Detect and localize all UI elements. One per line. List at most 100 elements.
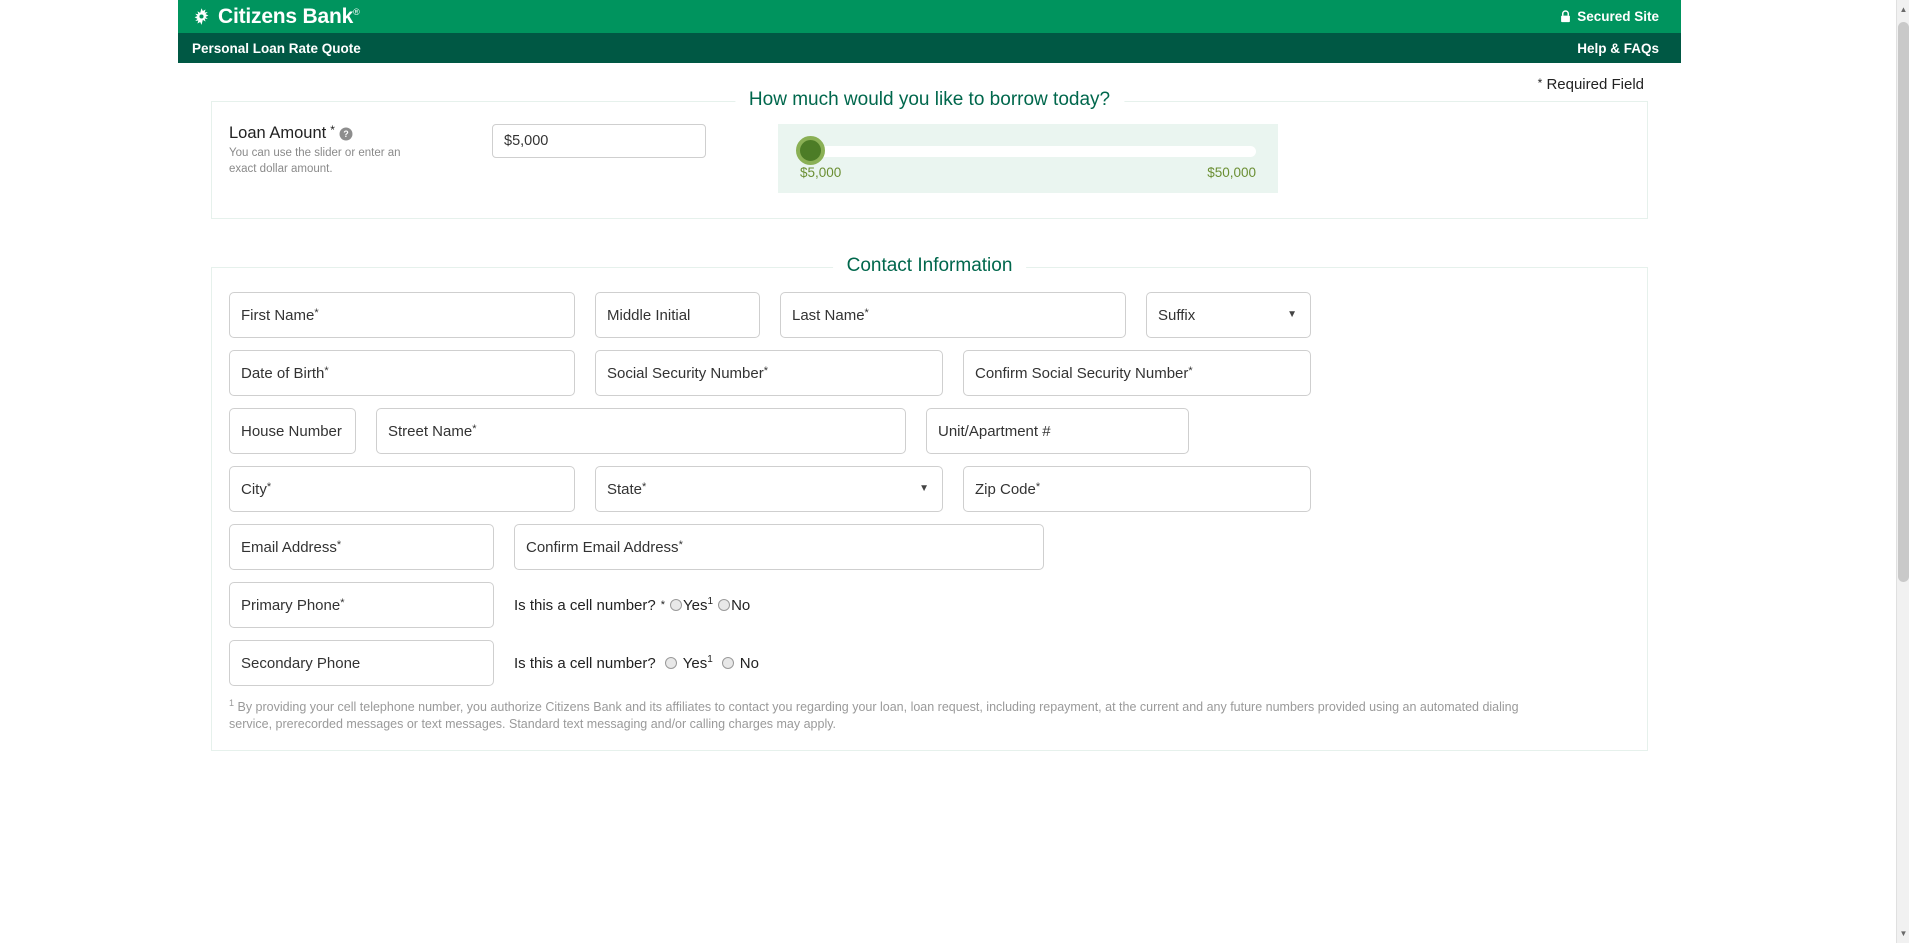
slider-min-label: $5,000 bbox=[800, 165, 842, 180]
first-name-input[interactable]: First Name* bbox=[229, 292, 575, 338]
lock-icon bbox=[1561, 10, 1571, 23]
loan-amount-legend: How much would you like to borrow today? bbox=[734, 89, 1125, 111]
required-field-label: Required Field bbox=[1546, 76, 1644, 93]
svg-text:?: ? bbox=[343, 129, 348, 139]
brand-name: Citizens Bank® bbox=[218, 5, 360, 28]
date-of-birth-placeholder: Date of Birth* bbox=[241, 364, 329, 382]
required-asterisk: * bbox=[660, 599, 666, 611]
suffix-placeholder: Suffix bbox=[1158, 306, 1196, 324]
chevron-down-icon[interactable]: ▼ bbox=[1287, 310, 1299, 320]
cell-number-yes-radio[interactable] bbox=[670, 599, 683, 611]
contact-information-panel: Contact Information First Name* Middle In… bbox=[211, 255, 1648, 752]
required-asterisk: * bbox=[314, 306, 319, 319]
social-security-number-input[interactable]: Social Security Number* bbox=[595, 350, 943, 396]
phone-field-row: Primary Phone* Is this a cell number? * Yes… bbox=[229, 582, 1630, 628]
confirm-social-security-number-input[interactable]: Confirm Social Security Number* bbox=[963, 350, 1311, 396]
required-asterisk: * bbox=[1537, 76, 1543, 90]
vertical-scrollbar[interactable]: ▲ ▼ bbox=[1896, 0, 1909, 943]
required-asterisk: * bbox=[763, 364, 769, 377]
email-address-placeholder: Email Address* bbox=[241, 538, 342, 556]
cell-number-no-label[interactable]: No bbox=[740, 655, 759, 672]
scroll-up-arrow[interactable]: ▲ bbox=[1897, 2, 1909, 17]
cell-number-no-radio[interactable] bbox=[718, 599, 731, 611]
city-placeholder: City* bbox=[241, 480, 272, 498]
required-asterisk: * bbox=[324, 364, 329, 377]
loan-amount-label: Loan Amount * ? bbox=[229, 124, 472, 142]
page-root: Citizens Bank® Secured Site Personal Loa… bbox=[0, 0, 1909, 943]
zip-code-input[interactable]: Zip Code* bbox=[963, 466, 1311, 512]
loan-amount-slider[interactable]: $5,000 $50,000 bbox=[778, 124, 1278, 193]
phone-fields: Primary Phone* Is this a cell number? * Yes… bbox=[229, 582, 1630, 686]
required-asterisk: * bbox=[1035, 480, 1041, 493]
cell-number-radio-group-1: Is this a cell number? * Yes1 No bbox=[514, 582, 750, 628]
loan-amount-required-asterisk: * bbox=[330, 123, 335, 137]
brand-header: Citizens Bank® Secured Site bbox=[178, 0, 1681, 33]
field-row: Date of Birth* Social Security Number* Con… bbox=[229, 350, 1630, 396]
house-number-placeholder: House Number bbox=[241, 422, 342, 440]
help-faqs-link[interactable]: Help & FAQs bbox=[1577, 41, 1659, 56]
city-input[interactable]: City* bbox=[229, 466, 575, 512]
secured-site-indicator: Secured Site bbox=[1560, 9, 1659, 24]
primary-phone-input[interactable]: Primary Phone* bbox=[229, 582, 494, 628]
cell-number-no-label[interactable]: No bbox=[731, 597, 750, 614]
secured-site-label: Secured Site bbox=[1577, 9, 1659, 24]
house-number-input[interactable]: House Number bbox=[229, 408, 356, 454]
required-asterisk: * bbox=[678, 538, 683, 551]
cell-number-yes-radio[interactable] bbox=[664, 657, 677, 669]
zip-code-placeholder: Zip Code* bbox=[975, 480, 1041, 498]
street-name-placeholder: Street Name* bbox=[388, 422, 477, 440]
cell-number-question: Is this a cell number? bbox=[514, 654, 656, 672]
unit-apartment-number-input[interactable]: Unit/Apartment # bbox=[926, 408, 1189, 454]
secondary-phone-input[interactable]: Secondary Phone bbox=[229, 640, 494, 686]
footnote-marker: 1 bbox=[707, 596, 714, 607]
registered-mark: ® bbox=[353, 7, 360, 17]
required-asterisk: * bbox=[642, 480, 647, 493]
unit-apartment-number-placeholder: Unit/Apartment # bbox=[938, 422, 1051, 440]
page-title: Personal Loan Rate Quote bbox=[192, 40, 361, 56]
suffix-select[interactable]: Suffix ▼ bbox=[1146, 292, 1311, 338]
slider-scale: $5,000 $50,000 bbox=[800, 165, 1256, 180]
main-content: * Required Field How much would you like… bbox=[178, 63, 1681, 752]
street-name-input[interactable]: Street Name* bbox=[376, 408, 906, 454]
cell-number-yes-label[interactable]: Yes1 bbox=[683, 596, 713, 614]
field-row: House Number Street Name* Unit/Apartment # bbox=[229, 408, 1630, 454]
brand-logo[interactable]: Citizens Bank® bbox=[192, 6, 360, 27]
field-row: City* State* ▼ Zip Code* bbox=[229, 466, 1630, 512]
contact-information-legend: Contact Information bbox=[832, 255, 1027, 277]
chevron-down-icon[interactable]: ▼ bbox=[919, 484, 931, 494]
required-asterisk: * bbox=[266, 480, 272, 493]
phone-field-row: Secondary Phone Is this a cell number? Yes… bbox=[229, 640, 1630, 686]
middle-initial-input[interactable]: Middle Initial bbox=[595, 292, 760, 338]
citizens-starburst-icon bbox=[194, 8, 209, 25]
confirm-email-address-input[interactable]: Confirm Email Address* bbox=[514, 524, 1044, 570]
primary-phone-placeholder: Primary Phone* bbox=[241, 596, 345, 614]
date-of-birth-input[interactable]: Date of Birth* bbox=[229, 350, 575, 396]
loan-amount-input[interactable] bbox=[492, 124, 706, 158]
slider-track[interactable] bbox=[796, 136, 1256, 165]
last-name-input[interactable]: Last Name* bbox=[780, 292, 1126, 338]
cell-number-question: Is this a cell number? bbox=[514, 596, 656, 614]
slider-handle[interactable] bbox=[796, 136, 825, 165]
cell-number-footnote: 1 By providing your cell telephone numbe… bbox=[229, 698, 1559, 732]
field-row: First Name* Middle Initial Last Name* Suffi… bbox=[229, 292, 1630, 338]
state-placeholder: State* bbox=[607, 480, 647, 498]
cell-number-no-radio[interactable] bbox=[721, 657, 734, 669]
required-asterisk: * bbox=[336, 538, 342, 551]
state-select[interactable]: State* ▼ bbox=[595, 466, 943, 512]
required-asterisk: * bbox=[864, 306, 869, 319]
loan-amount-row: Loan Amount * ? You can use the slider or… bbox=[212, 102, 1647, 193]
required-asterisk: * bbox=[472, 422, 477, 435]
scrollbar-thumb[interactable] bbox=[1898, 22, 1909, 582]
cell-number-radio-group-2: Is this a cell number? Yes1 No bbox=[514, 640, 759, 686]
social-security-number-placeholder: Social Security Number* bbox=[607, 364, 769, 382]
first-name-placeholder: First Name* bbox=[241, 306, 319, 324]
scroll-down-arrow[interactable]: ▼ bbox=[1897, 926, 1909, 941]
email-address-input[interactable]: Email Address* bbox=[229, 524, 494, 570]
loan-amount-description: You can use the slider or enter an exact… bbox=[229, 147, 401, 175]
footnote-marker: 1 bbox=[707, 654, 713, 665]
browser-canvas: Citizens Bank® Secured Site Personal Loa… bbox=[178, 0, 1681, 943]
cell-number-yes-label[interactable]: Yes1 bbox=[683, 654, 713, 672]
last-name-placeholder: Last Name* bbox=[792, 306, 869, 324]
question-mark-help-icon[interactable]: ? bbox=[339, 127, 353, 141]
confirm-social-security-number-placeholder: Confirm Social Security Number* bbox=[975, 364, 1193, 382]
